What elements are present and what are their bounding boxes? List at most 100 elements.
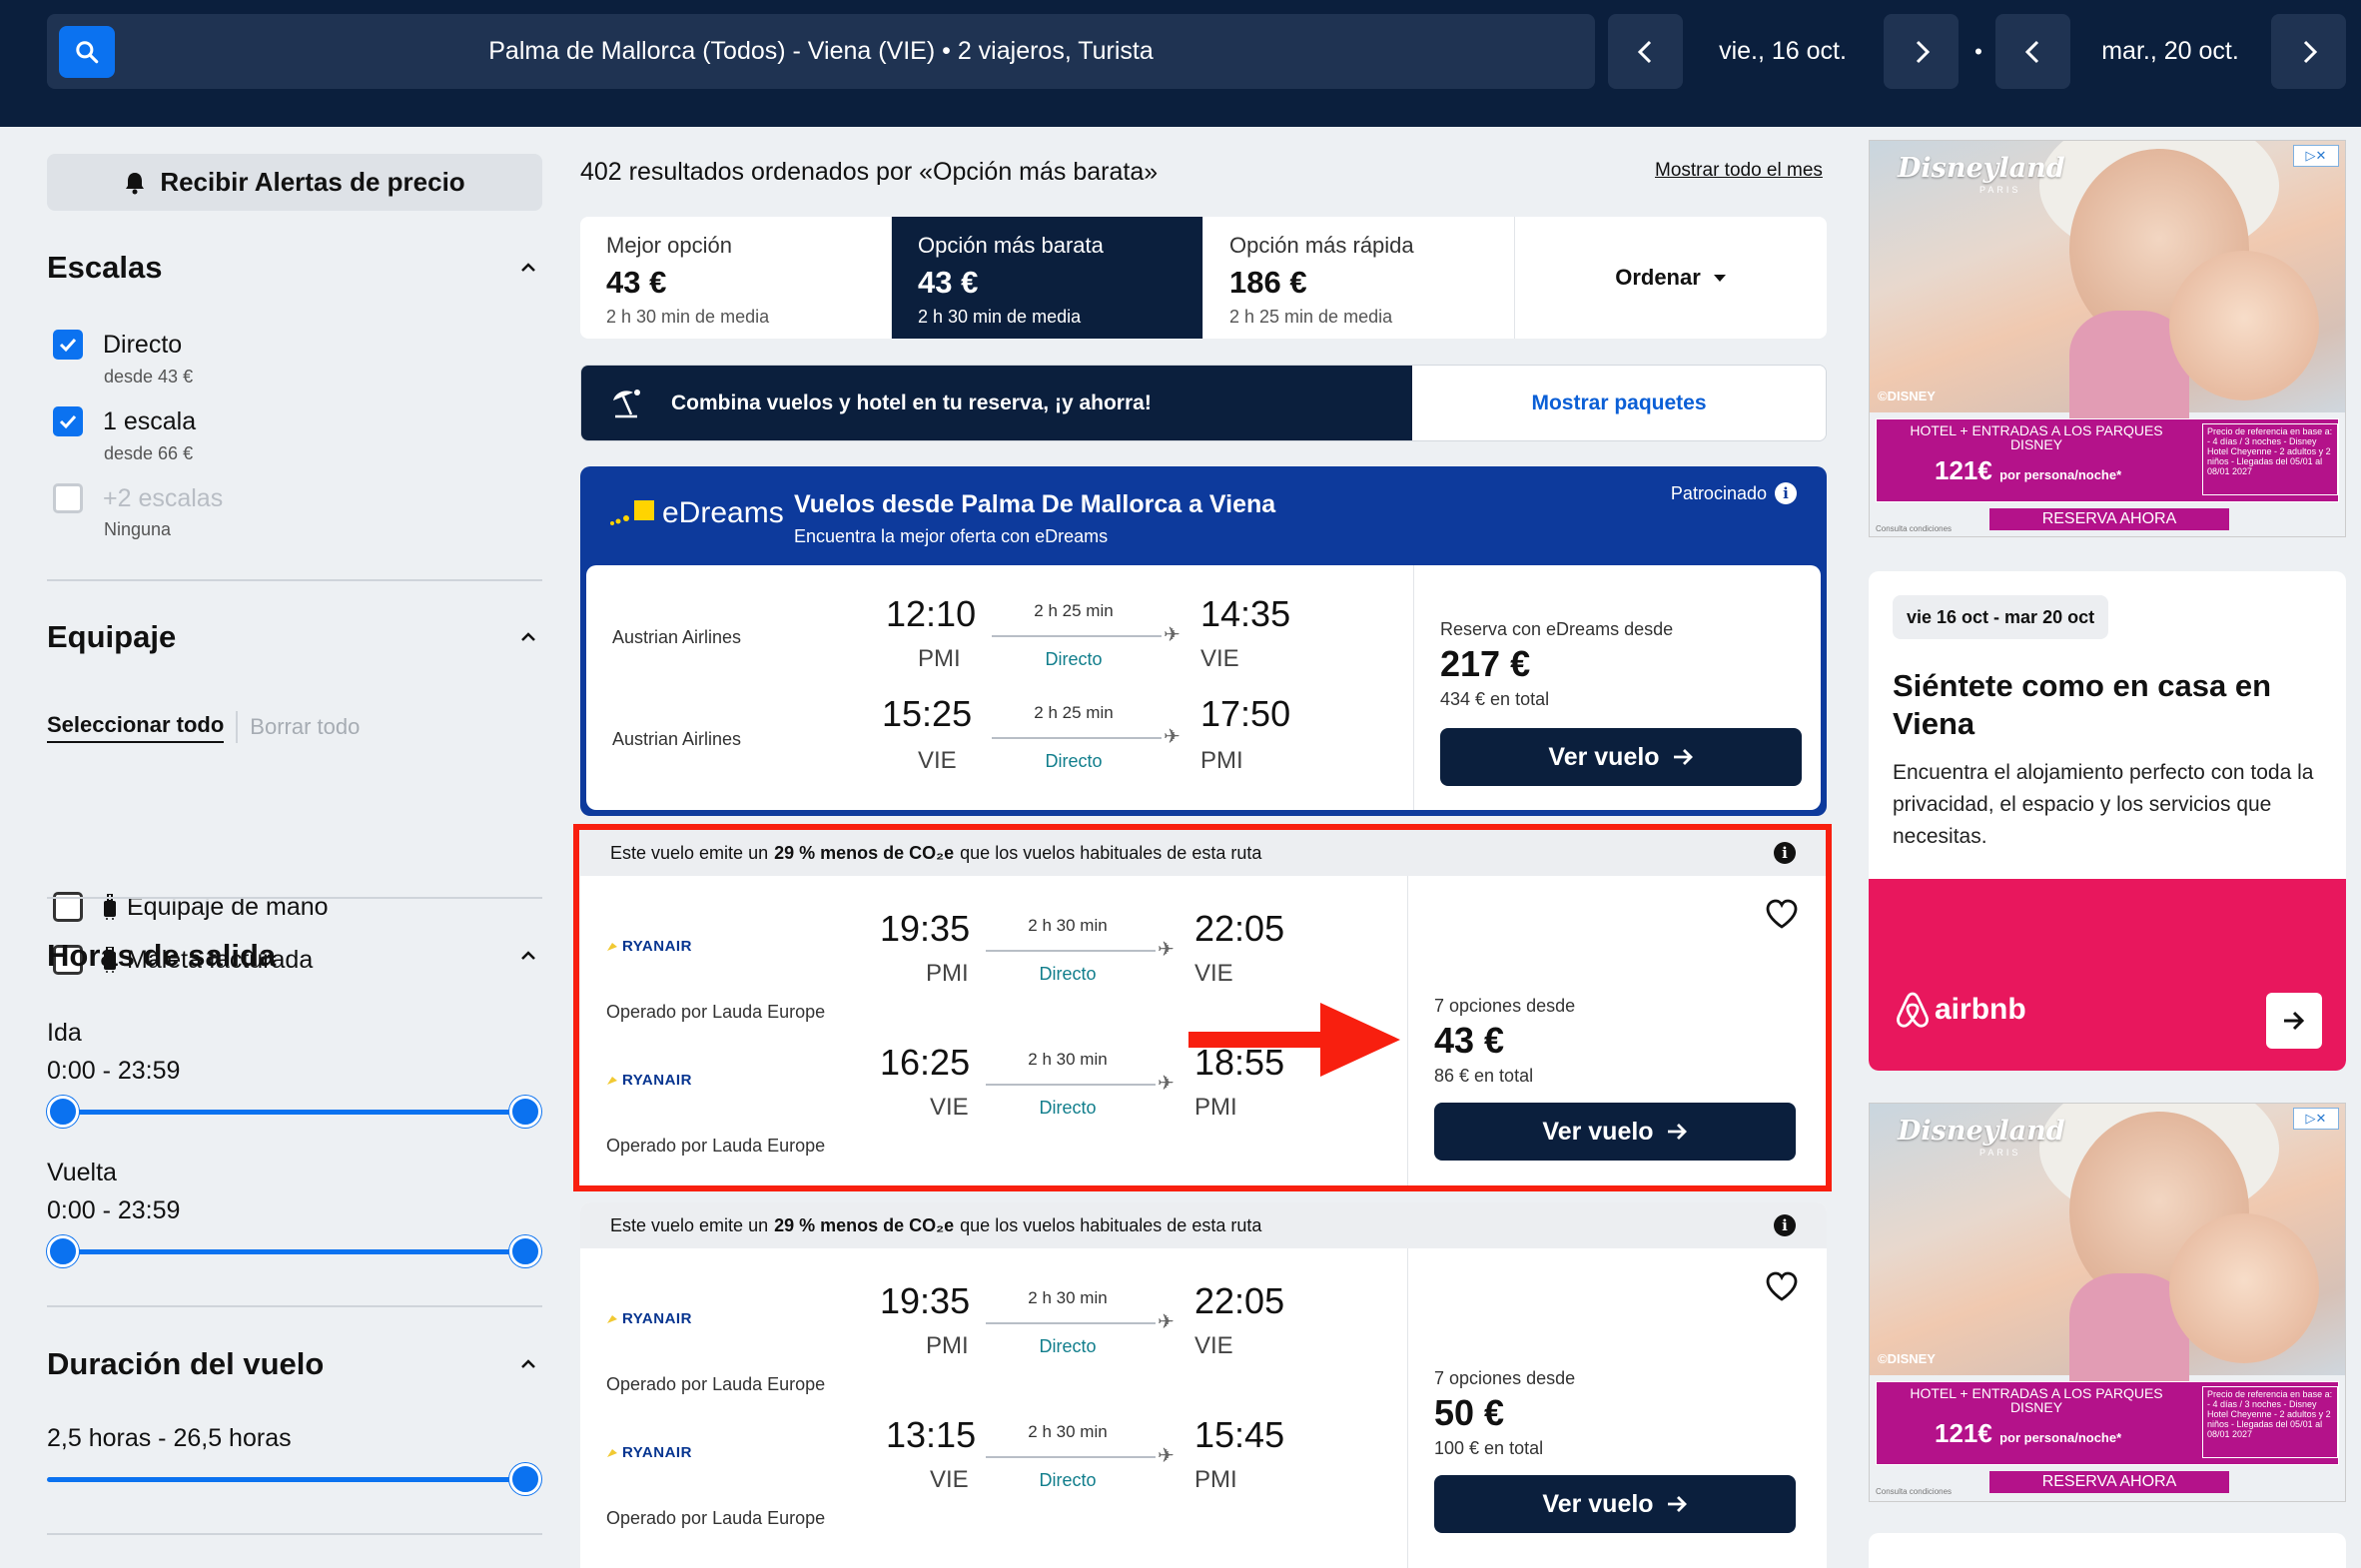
stops-label: Directo [1039, 1336, 1097, 1356]
chevron-right-icon [1916, 40, 1930, 63]
return-slider-min-handle[interactable] [47, 1235, 79, 1267]
heart-icon[interactable] [1765, 1270, 1799, 1302]
stops-section-title[interactable]: Escalas [47, 250, 163, 286]
plane-icon: ✈ [1158, 939, 1175, 961]
chevron-up-icon[interactable] [518, 1354, 538, 1374]
package-promo-text-area: Combina vuelos y hotel en tu reserva, ¡y… [581, 366, 1412, 440]
departure-time: 13:15 [886, 1414, 977, 1455]
clear-all-link[interactable]: Borrar todo [250, 714, 360, 740]
link-separator [236, 711, 239, 743]
stops-label: Directo [1039, 1098, 1097, 1118]
airline-name: RYANAIR [622, 1310, 692, 1327]
heart-icon[interactable] [1765, 898, 1799, 930]
airbnb-logo-icon [1897, 992, 1929, 1028]
depart-date[interactable]: vie., 16 oct. [1688, 14, 1878, 89]
stops-label: Directo [1039, 1470, 1097, 1490]
return-slider-max-handle[interactable] [509, 1235, 541, 1267]
price-total: 100 € en total [1434, 1438, 1544, 1458]
co2-text-post: que los vuelos habituales de esta ruta [960, 1214, 1262, 1235]
return-slider-track[interactable] [62, 1249, 527, 1254]
section-divider [47, 579, 542, 581]
return-date-next-button[interactable] [2271, 14, 2346, 89]
arrival-code: PMI [1194, 1466, 1237, 1493]
price-value: 43 € [1434, 1020, 1505, 1061]
return-date-prev-button[interactable] [1995, 14, 2070, 89]
departure-time: 12:10 [886, 593, 977, 634]
duration-slider-track[interactable] [47, 1477, 527, 1482]
check-icon [59, 338, 77, 353]
disney-ad-top[interactable]: Disneyland PARIS ©DISNEY ▷✕ HOTEL + ENTR… [1869, 140, 2346, 537]
order-dropdown[interactable]: Ordenar [1515, 217, 1827, 339]
departure-times-title[interactable]: Horas de salida [47, 938, 276, 974]
show-month-link[interactable]: Mostrar todo el mes [1655, 160, 1823, 182]
outbound-slider-track[interactable] [62, 1110, 527, 1115]
adchoices-icon[interactable]: ▷✕ [2293, 1108, 2339, 1130]
ad-conditions: Consulta condiciones [1876, 524, 1953, 533]
info-icon[interactable]: i [1774, 1214, 1796, 1236]
airbnb-ad[interactable]: vie 16 oct - mar 20 oct Siéntete como en… [1869, 571, 2346, 1071]
plane-icon: ✈ [1158, 1311, 1175, 1333]
adchoices-icon[interactable]: ▷✕ [2293, 145, 2339, 167]
stops-one-option[interactable]: 1 escala [53, 406, 196, 436]
ad-price-note: por persona/noche* [1999, 467, 2122, 482]
baggage-section-title[interactable]: Equipaje [47, 619, 176, 655]
view-flight-button[interactable]: Ver vuelo [1440, 728, 1802, 786]
plane-icon: ✈ [1164, 726, 1180, 748]
next-ad-card[interactable] [1869, 1533, 2346, 1568]
outbound-slider-max-handle[interactable] [509, 1096, 541, 1128]
arrival-time: 14:35 [1200, 593, 1291, 634]
tab-cheapest[interactable]: Opción más barata 43 € 2 h 30 min de med… [892, 217, 1203, 339]
depart-date-prev-button[interactable] [1608, 14, 1683, 89]
tab-fastest[interactable]: Opción más rápida 186 € 2 h 25 min de me… [1203, 217, 1515, 339]
duration-section-title[interactable]: Duración del vuelo [47, 1346, 324, 1382]
chevron-up-icon[interactable] [518, 627, 538, 647]
sponsored-flight-card[interactable]: Austrian Airlines 12:10 PMI 2 h 25 min ✈… [586, 565, 1821, 810]
arrival-code: PMI [1194, 1094, 1237, 1121]
info-icon[interactable]: i [1774, 842, 1796, 864]
duration-slider-max-handle[interactable] [509, 1463, 541, 1495]
ryanair-logo: RYANAIR [606, 1310, 692, 1327]
select-all-link[interactable]: Seleccionar todo [47, 712, 225, 743]
search-summary-box[interactable]: Palma de Mallorca (Todos) - Viena (VIE) … [47, 14, 1595, 89]
route-line [986, 950, 1156, 952]
chevron-up-icon[interactable] [518, 946, 538, 966]
sponsored-edreams-ad[interactable]: eDreams Vuelos desde Palma De Mallorca a… [580, 466, 1827, 816]
tab-best[interactable]: Mejor opción 43 € 2 h 30 min de media [580, 217, 892, 339]
section-divider [47, 897, 542, 899]
co2-banner: Este vuelo emite un 29 % menos de CO₂e q… [580, 1202, 1827, 1248]
arrow-right-icon [1673, 749, 1693, 765]
ryanair-harp-icon [607, 1448, 617, 1457]
chevron-up-icon[interactable] [518, 258, 538, 278]
disney-logo-sub: PARIS [1979, 1148, 2021, 1158]
operated-by: Operado por Lauda Europe [606, 1508, 826, 1528]
ad-cta-button[interactable]: RESERVA AHORA [1989, 1471, 2229, 1493]
section-divider [47, 1533, 542, 1535]
depart-date-next-button[interactable] [1884, 14, 1959, 89]
operated-by: Operado por Lauda Europe [606, 1002, 826, 1022]
disney-logo: Disneyland [1898, 1116, 2065, 1147]
checkbox-checked[interactable] [53, 330, 83, 360]
price-alert-button[interactable]: Recibir Alertas de precio [47, 154, 542, 211]
search-summary-text: Palma de Mallorca (Todos) - Viena (VIE) … [488, 37, 1154, 65]
outbound-slider-min-handle[interactable] [47, 1096, 79, 1128]
return-date[interactable]: mar., 20 oct. [2075, 14, 2265, 89]
info-icon[interactable]: i [1775, 482, 1797, 504]
tab-average: 2 h 30 min de media [918, 307, 1082, 327]
plane-icon: ✈ [1158, 1073, 1175, 1095]
show-packages-button[interactable]: Mostrar paquetes [1412, 366, 1826, 440]
stops-direct-option[interactable]: Directo [53, 330, 182, 360]
view-flight-button[interactable]: Ver vuelo [1434, 1475, 1796, 1533]
disney-ad-bottom[interactable]: Disneyland PARIS ©DISNEY ▷✕ HOTEL + ENTR… [1869, 1103, 2346, 1502]
ryanair-logo: RYANAIR [606, 938, 692, 955]
beach-umbrella-icon [613, 389, 640, 417]
arrival-time: 17:50 [1200, 693, 1291, 734]
flight-duration: 2 h 30 min [1028, 1050, 1108, 1069]
view-flight-button[interactable]: Ver vuelo [1434, 1103, 1796, 1161]
checkbox-checked[interactable] [53, 406, 83, 436]
airbnb-arrow-button[interactable] [2266, 993, 2322, 1049]
flight-card[interactable]: Este vuelo emite un 29 % menos de CO₂e q… [580, 1202, 1827, 1568]
plane-icon: ✈ [1158, 1445, 1175, 1467]
ryanair-harp-icon [607, 1314, 617, 1323]
ad-cta-button[interactable]: RESERVA AHORA [1989, 508, 2229, 530]
tab-label: Mejor opción [606, 233, 732, 258]
